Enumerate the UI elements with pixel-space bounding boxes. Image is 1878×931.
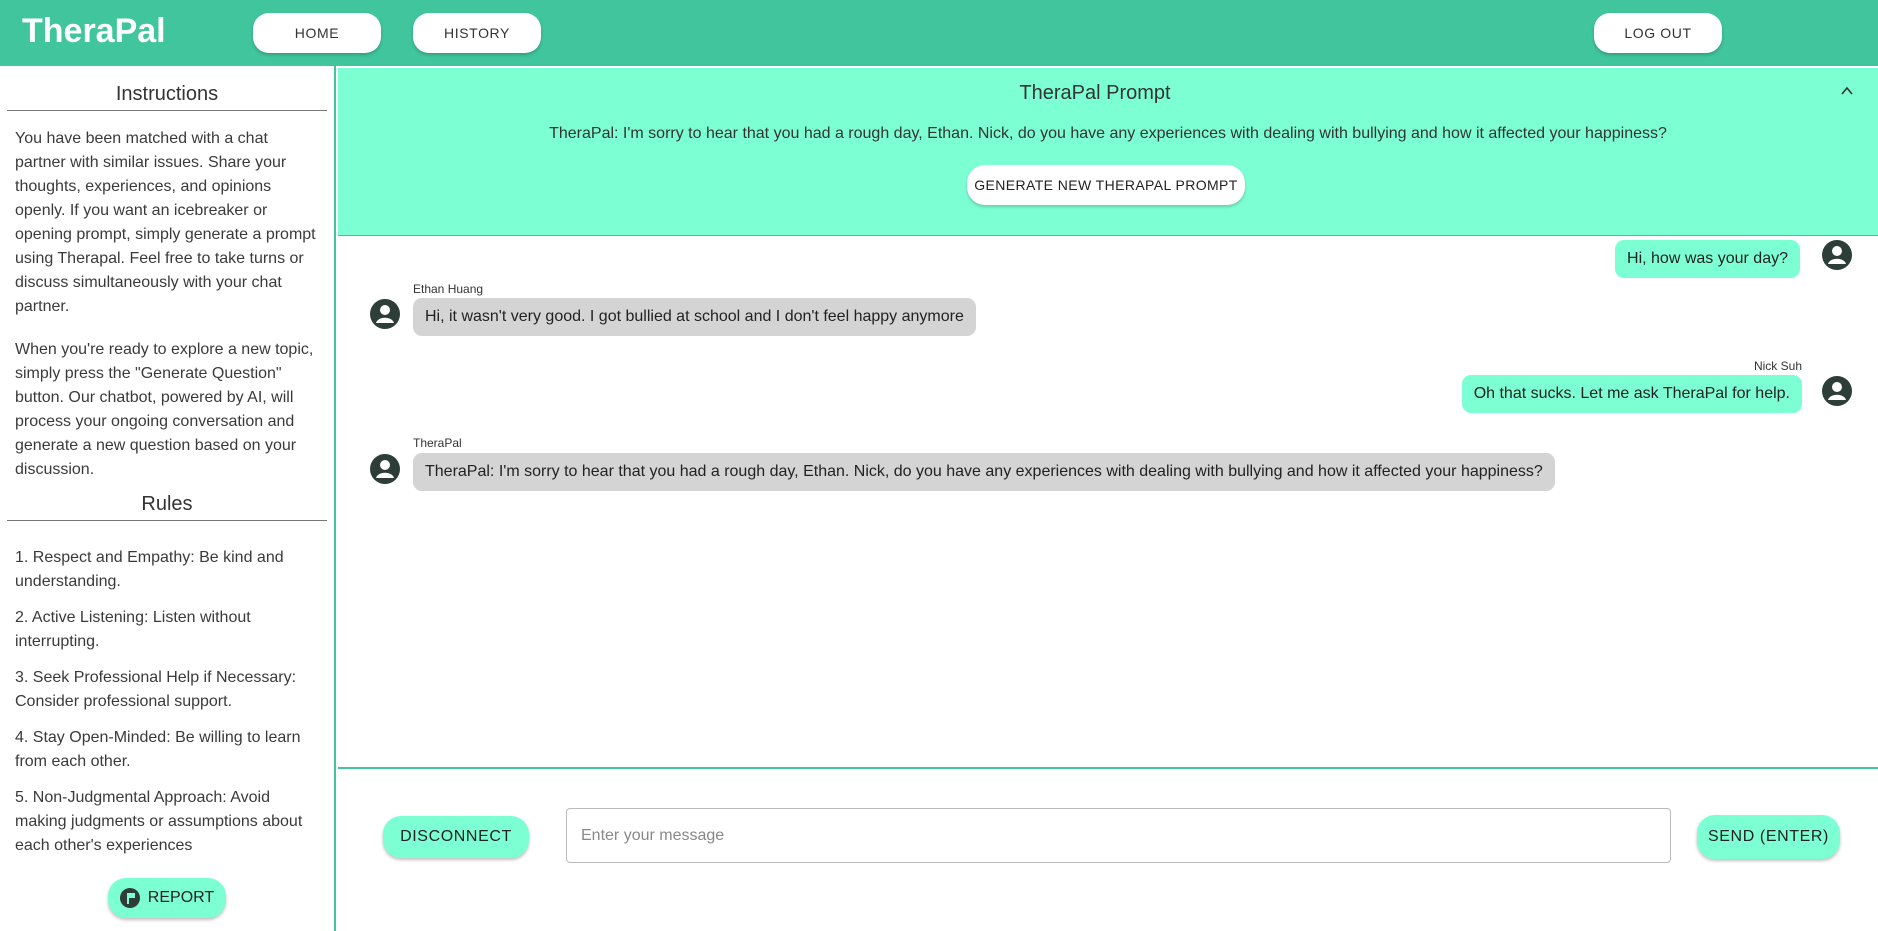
history-button[interactable]: HISTORY <box>413 13 541 53</box>
rule-item-5: 5. Non-Judgmental Approach: Avoid making… <box>15 789 303 854</box>
avatar-icon <box>1822 240 1852 270</box>
sidebar: Instructions You have been matched with … <box>0 66 336 931</box>
instructions-paragraph-1: You have been matched with a chat partne… <box>15 130 316 315</box>
report-label: REPORT <box>147 889 215 906</box>
rule-item-2: 2. Active Listening: Listen without inte… <box>15 609 251 650</box>
chat-message: Hi, it wasn't very good. I got bullied a… <box>413 298 976 336</box>
chat-message: Oh that sucks. Let me ask TheraPal for h… <box>1461 375 1802 413</box>
chat-area: Hi, how was your day? Ethan Huang Hi, it… <box>338 236 1878 768</box>
app-header: TheraPal HOME HISTORY LOG OUT <box>0 0 1878 66</box>
disconnect-button[interactable]: DISCONNECT <box>383 816 529 858</box>
prompt-title: TheraPal Prompt <box>1019 82 1171 104</box>
message-input[interactable] <box>566 808 1671 863</box>
avatar-icon <box>370 454 400 484</box>
message-sender: Ethan Huang <box>413 282 484 296</box>
chat-message: TheraPal: I'm sorry to hear that you had… <box>413 453 1555 491</box>
chat-divider <box>338 767 1878 769</box>
rule-item-3: 3. Seek Professional Help if Necessary: … <box>15 669 297 710</box>
instructions-paragraph-2: When you're ready to explore a new topic… <box>15 341 314 478</box>
message-sender: Nick Suh <box>1753 359 1802 373</box>
avatar-icon <box>370 299 400 329</box>
send-button[interactable]: SEND (ENTER) <box>1697 815 1840 859</box>
rule-item-1: 1. Respect and Empathy: Be kind and unde… <box>15 549 284 590</box>
app-brand: TheraPal <box>22 12 166 50</box>
instructions-heading: Instructions <box>7 83 327 111</box>
flag-icon <box>119 888 140 908</box>
therapal-prompt-panel: TheraPal Prompt TheraPal: I'm sorry to h… <box>338 68 1878 236</box>
avatar-icon <box>1822 376 1852 406</box>
rules-heading: Rules <box>7 493 327 521</box>
home-button[interactable]: HOME <box>253 13 381 53</box>
chevron-up-icon[interactable] <box>1840 84 1854 98</box>
rule-item-4: 4. Stay Open-Minded: Be willing to learn… <box>15 729 301 770</box>
generate-prompt-button[interactable]: GENERATE NEW THERAPAL PROMPT <box>967 165 1245 205</box>
message-sender: TheraPal <box>413 436 462 450</box>
chat-message: Hi, how was your day? <box>1615 240 1800 278</box>
report-button[interactable]: REPORT <box>108 878 226 918</box>
logout-button[interactable]: LOG OUT <box>1594 13 1722 53</box>
prompt-text: TheraPal: I'm sorry to hear that you had… <box>549 125 1667 142</box>
